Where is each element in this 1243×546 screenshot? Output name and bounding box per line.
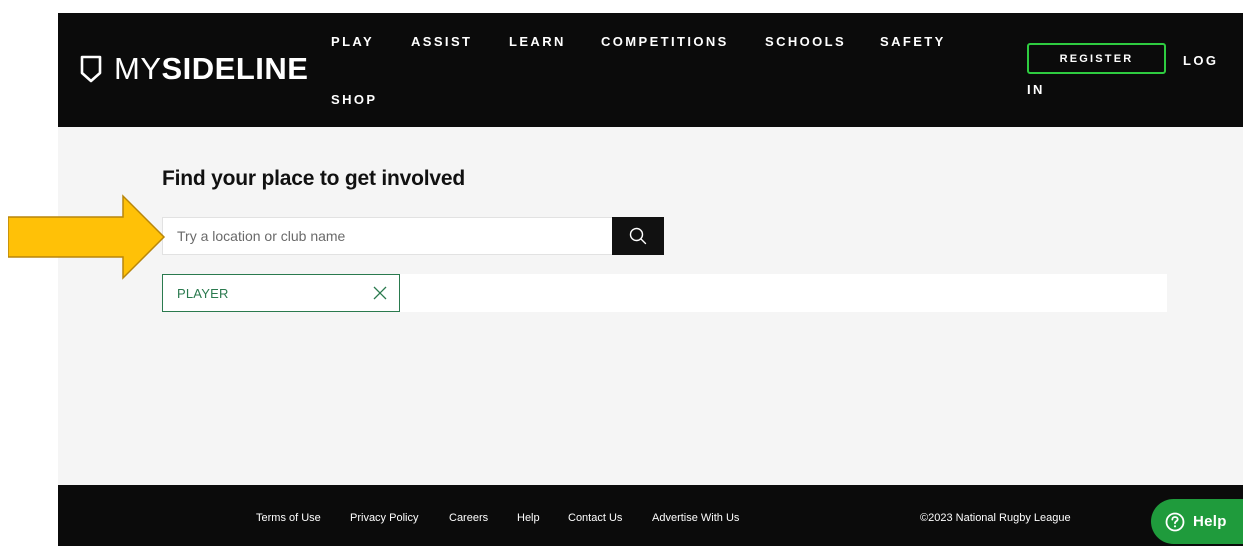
search-icon [629, 227, 647, 245]
page: MYSIDELINE PLAY ASSIST LEARN COMPETITION… [58, 13, 1243, 546]
shield-icon [80, 55, 102, 82]
logo-text: MYSIDELINE [114, 53, 308, 84]
footer-link-contact[interactable]: Contact Us [568, 513, 622, 524]
nav-shop[interactable]: SHOP [331, 93, 377, 106]
footer-link-advertise[interactable]: Advertise With Us [652, 513, 739, 524]
nav-schools[interactable]: SCHOOLS [765, 35, 846, 48]
filter-bar: PLAYER [162, 274, 1167, 312]
filter-chip-label: PLAYER [177, 285, 229, 301]
copyright-text: ©2023 National Rugby League [920, 512, 1071, 524]
arrow-right-icon [8, 194, 166, 280]
logo-my: MY [114, 51, 162, 86]
register-button[interactable]: REGISTER [1027, 43, 1166, 74]
nav-safety[interactable]: SAFETY [880, 35, 946, 48]
search-input[interactable] [162, 217, 613, 255]
logo-sideline: SIDELINE [161, 51, 309, 86]
footer-link-privacy[interactable]: Privacy Policy [350, 513, 418, 524]
filter-chip-player[interactable]: PLAYER [162, 274, 400, 312]
footer-link-help[interactable]: Help [517, 513, 540, 524]
site-footer: Terms of Use Privacy Policy Careers Help… [58, 485, 1243, 546]
nav-assist[interactable]: ASSIST [411, 35, 472, 48]
site-header: MYSIDELINE PLAY ASSIST LEARN COMPETITION… [58, 13, 1243, 127]
help-button[interactable]: Help [1151, 499, 1243, 544]
footer-link-terms[interactable]: Terms of Use [256, 513, 321, 524]
question-circle-icon [1165, 512, 1185, 531]
login-link-line2[interactable]: IN [1027, 83, 1045, 96]
close-icon[interactable] [373, 286, 387, 300]
nav-play[interactable]: PLAY [331, 35, 374, 48]
nav-competitions[interactable]: COMPETITIONS [601, 35, 729, 48]
nav-learn[interactable]: LEARN [509, 35, 566, 48]
help-label: Help [1193, 513, 1227, 530]
search-button[interactable] [612, 217, 664, 255]
page-title: Find your place to get involved [162, 167, 466, 190]
logo[interactable]: MYSIDELINE [80, 53, 308, 84]
login-link-line1[interactable]: LOG [1183, 54, 1218, 67]
footer-link-careers[interactable]: Careers [449, 513, 488, 524]
